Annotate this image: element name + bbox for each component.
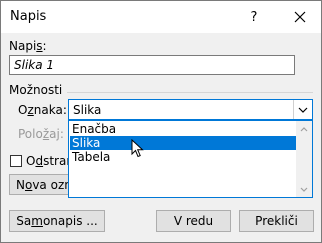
mouse-cursor-icon [131,139,144,158]
autocaption-button[interactable]: Samonapis ... [9,210,105,232]
options-section-label: Možnosti [9,83,63,97]
exclude-label-text: Odstran [26,154,74,168]
selected-label-type: Slika [73,103,102,117]
help-label: ? [250,9,258,25]
chevron-down-icon[interactable] [293,100,312,119]
list-item-equation[interactable]: Enačba [70,122,300,136]
new-label-button-label: Nova ozna [16,177,70,192]
close-button[interactable] [279,1,321,33]
cancel-button[interactable]: Prekliči [239,210,314,232]
caption-input[interactable]: Slika 1 [9,55,295,75]
label-type-dropdown-list: Enačba Slika Tabela [68,120,313,198]
list-item-figure[interactable]: Slika [70,136,300,150]
position-label: Položaj: [18,127,64,141]
ok-button[interactable]: V redu [156,210,231,232]
autocaption-button-label: Samonapis ... [16,214,98,228]
label-type-select[interactable]: Slika [68,99,313,120]
list-item-table[interactable]: Tabela [70,150,300,164]
caption-label: Napis: [9,39,47,53]
close-icon [294,11,306,23]
title-bar: Napis ? [1,1,321,33]
exclude-label-checkbox[interactable] [10,155,22,167]
scroll-up-icon[interactable] [299,124,309,134]
dropdown-scrollbar[interactable] [296,121,312,197]
scroll-down-icon[interactable] [299,184,309,194]
label-type-label: Oznaka: [18,103,67,117]
window-title: Napis [10,9,47,24]
new-label-button[interactable]: Nova ozna [9,174,71,195]
help-button[interactable]: ? [237,1,271,33]
section-divider [67,92,313,93]
caption-dialog: Napis ? Napis: Slika 1 Možnosti Oznaka: … [0,0,322,243]
